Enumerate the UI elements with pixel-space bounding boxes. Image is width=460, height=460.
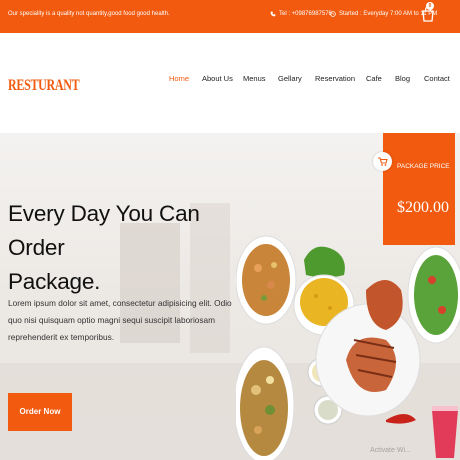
hero-headline-line-1: Every Day You Can Order (8, 201, 200, 260)
hero-headline: Every Day You Can Order Package. (8, 197, 238, 299)
active-nav-indicator (0, 74, 460, 94)
tagline: Our speciality is a quality not quantity… (8, 11, 170, 17)
cart-badge-circle (373, 152, 392, 171)
hero-headline-line-2: Package. (8, 269, 101, 294)
shopping-cart-icon (378, 157, 388, 166)
order-now-button[interactable]: Order Now (8, 393, 72, 431)
cart-count-badge: 0 (426, 2, 434, 10)
phone-text: Tel : +09876987576 (279, 11, 332, 17)
package-price-amount: $200.00 (397, 199, 449, 216)
windows-activation-watermark: Activate Wi... (370, 447, 411, 454)
phone-icon (270, 11, 276, 17)
package-price-card[interactable]: PACKAGE PRICE $200.00 (383, 133, 455, 245)
package-price-label: PACKAGE PRICE (397, 163, 450, 170)
top-bar: Our speciality is a quality not quantity… (0, 0, 460, 33)
clock-icon (330, 11, 336, 17)
food-platter-image (236, 235, 460, 460)
phone-contact[interactable]: Tel : +09876987576 (270, 11, 332, 17)
hero-paragraph: Lorem ipsum dolor sit amet, consectetur … (8, 298, 232, 342)
